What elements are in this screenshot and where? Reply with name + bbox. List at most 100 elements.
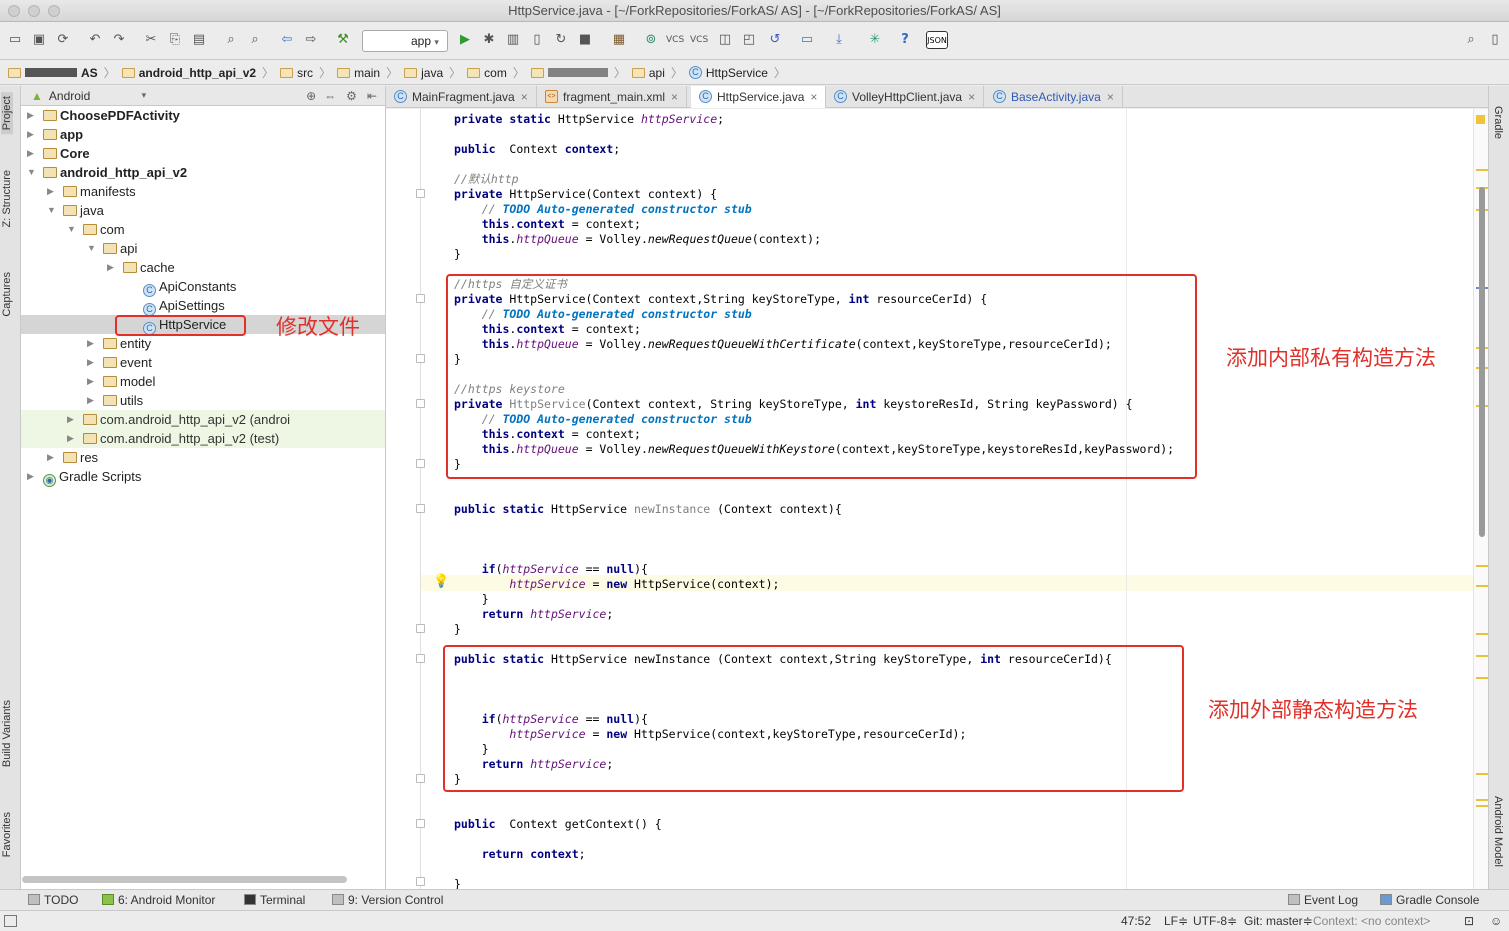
minimize-window-button[interactable] [28,5,40,17]
git-branch[interactable]: Git: master≑ [1244,914,1313,928]
tree-item[interactable]: ▶ event [21,353,385,372]
tree-item[interactable]: ▶ utils [21,391,385,410]
tree-item[interactable]: ▶ manifests [21,182,385,201]
collapse-arrow-icon[interactable]: ▶ [27,125,34,144]
help-icon[interactable]: ? [896,31,914,49]
editor-tab[interactable]: C MainFragment.java × [386,86,537,108]
vcs-push-icon[interactable]: VCS [690,31,708,49]
tree-item[interactable]: ▼ java [21,201,385,220]
breadcrumb-item[interactable]: C HttpService 〉 [688,64,786,81]
fold-marker-icon[interactable] [416,877,425,886]
sdk-manager-icon[interactable]: ◫ [716,31,734,49]
rerun-icon[interactable]: ↻ [552,31,570,49]
run-config-select[interactable]: app ▾ [362,30,448,52]
tool-tab-structure[interactable]: Z: Structure [1,170,13,227]
breadcrumb-item[interactable]: main 〉 [337,64,398,81]
collapse-arrow-icon[interactable]: ▶ [87,391,94,410]
tree-item[interactable]: ▶ model [21,372,385,391]
caret-position[interactable]: 47:52 [1121,914,1151,928]
fold-marker-icon[interactable] [416,774,425,783]
collapse-arrow-icon[interactable]: ▶ [27,467,34,486]
cut-icon[interactable]: ✂ [142,31,160,49]
tool-button-terminal[interactable]: Terminal [244,893,305,907]
save-icon[interactable]: ▣ [30,31,48,49]
hide-panel-icon[interactable]: ⇤ [367,89,377,103]
revert-icon[interactable]: ↺ [766,31,784,49]
collapse-arrow-icon[interactable]: ▶ [47,448,54,467]
zoom-window-button[interactable] [48,5,60,17]
breadcrumb-item[interactable]: 〉 [530,64,626,81]
breadcrumb-item[interactable]: api 〉 [631,64,683,81]
lightbulb-icon[interactable]: 💡 [433,573,449,589]
gear-icon[interactable]: ⚙ [346,89,357,103]
redo-icon[interactable]: ↷ [110,31,128,49]
close-tab-icon[interactable]: × [810,90,817,104]
chevron-down-icon[interactable]: ▾ [142,90,147,101]
paste-icon[interactable]: ▤ [190,31,208,49]
tree-item[interactable]: ▶ ChoosePDFActivity [21,106,385,125]
sync-icon[interactable]: ⟳ [54,31,72,49]
build-hammer-icon[interactable]: ⚒ [334,31,352,49]
editor-scrollbar[interactable] [1473,109,1488,889]
tool-button-version-control[interactable]: 9: Version Control [332,893,443,907]
fold-marker-icon[interactable] [416,819,425,828]
fold-marker-icon[interactable] [416,189,425,198]
tool-button-gradle-console[interactable]: Gradle Console [1380,893,1479,907]
tool-button-android-monitor[interactable]: 6: Android Monitor [102,893,215,907]
editor-tab[interactable]: C BaseActivity.java × [985,86,1123,108]
collapse-arrow-icon[interactable]: ▶ [67,429,74,448]
collapse-icon[interactable]: ⇔ [324,89,336,103]
editor-tab[interactable]: C VolleyHttpClient.java × [826,86,985,108]
collapse-arrow-icon[interactable]: ▶ [87,353,94,372]
breadcrumb-item[interactable]: com 〉 [467,64,525,81]
replace-icon[interactable]: ⌕ [246,31,264,49]
avd-manager-icon[interactable]: ▦ [610,31,628,49]
tool-tab-android-model[interactable]: Android Model [1492,796,1504,867]
vcs-pull-icon[interactable]: VCS [666,31,684,49]
apply-changes-icon[interactable]: ▯ [528,31,546,49]
tree-item[interactable]: ▶ com.android_http_api_v2 (androi [21,410,385,429]
tree-item[interactable]: ▶ cache [21,258,385,277]
copy-icon[interactable]: ⎘ [166,31,184,49]
tree-item[interactable]: ▶ res [21,448,385,467]
close-tab-icon[interactable]: × [968,90,975,104]
fold-marker-icon[interactable] [416,654,425,663]
tree-item[interactable]: ▶ com.android_http_api_v2 (test) [21,429,385,448]
project-view-select[interactable]: Android [49,89,90,103]
tree-item[interactable]: ▼ com [21,220,385,239]
fold-marker-icon[interactable] [416,399,425,408]
close-tab-icon[interactable]: × [1107,90,1114,104]
fold-marker-icon[interactable] [416,624,425,633]
breadcrumb-item[interactable]: android_http_api_v2 〉 [121,64,274,81]
expand-arrow-icon[interactable]: ▼ [87,239,96,258]
find-icon[interactable]: ⌕ [222,31,240,49]
collapse-arrow-icon[interactable]: ▶ [47,182,54,201]
android-device-icon[interactable]: ✳ [866,31,884,49]
tree-item[interactable]: ▶ Core [21,144,385,163]
close-tab-icon[interactable]: × [521,90,528,104]
tree-item[interactable]: ▼ android_http_api_v2 [21,163,385,182]
download-icon[interactable]: ⤓ [830,31,848,49]
tree-item[interactable]: ▶ ◉ Gradle Scripts [21,467,385,487]
breadcrumb-item[interactable]: src 〉 [280,64,331,81]
debug-icon[interactable]: ✱ [480,31,498,49]
collapse-arrow-icon[interactable]: ▶ [107,258,114,277]
tree-item[interactable]: ▶ app [21,125,385,144]
expand-arrow-icon[interactable]: ▼ [27,163,36,182]
locate-icon[interactable]: ⊕ [306,89,316,103]
collapse-arrow-icon[interactable]: ▶ [27,144,34,163]
collapse-arrow-icon[interactable]: ▶ [87,334,94,353]
back-icon[interactable]: ⇦ [278,31,296,49]
search-everywhere-icon[interactable]: ⌕ [1462,31,1480,49]
tool-button-event-log[interactable]: Event Log [1288,893,1358,907]
fold-marker-icon[interactable] [416,504,425,513]
breadcrumb-item[interactable]: AS 〉 [8,64,116,81]
inspector-icon[interactable]: ☺ [1490,914,1502,928]
run-icon[interactable]: ▶ [456,31,474,49]
collapse-arrow-icon[interactable]: ▶ [87,372,94,391]
tool-tab-build-variants[interactable]: Build Variants [1,700,13,767]
scroll-thumb[interactable] [1479,187,1485,537]
horizontal-scrollbar[interactable] [22,876,347,883]
collapse-arrow-icon[interactable]: ▶ [27,106,34,125]
json-plugin-icon[interactable]: JSON [926,31,948,49]
